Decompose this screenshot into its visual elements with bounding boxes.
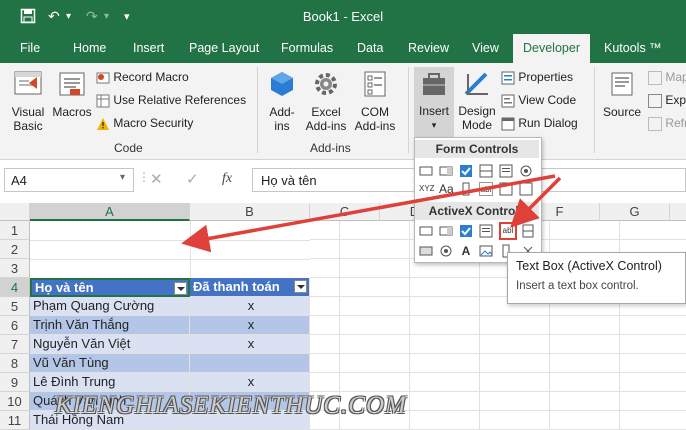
watermark: KIENGHIASEKIENTHUC.COM (55, 392, 407, 419)
annotation-arrows (181, 174, 562, 253)
arrow-to-cell (181, 174, 556, 253)
arrow-to-textbox-control (510, 176, 562, 228)
